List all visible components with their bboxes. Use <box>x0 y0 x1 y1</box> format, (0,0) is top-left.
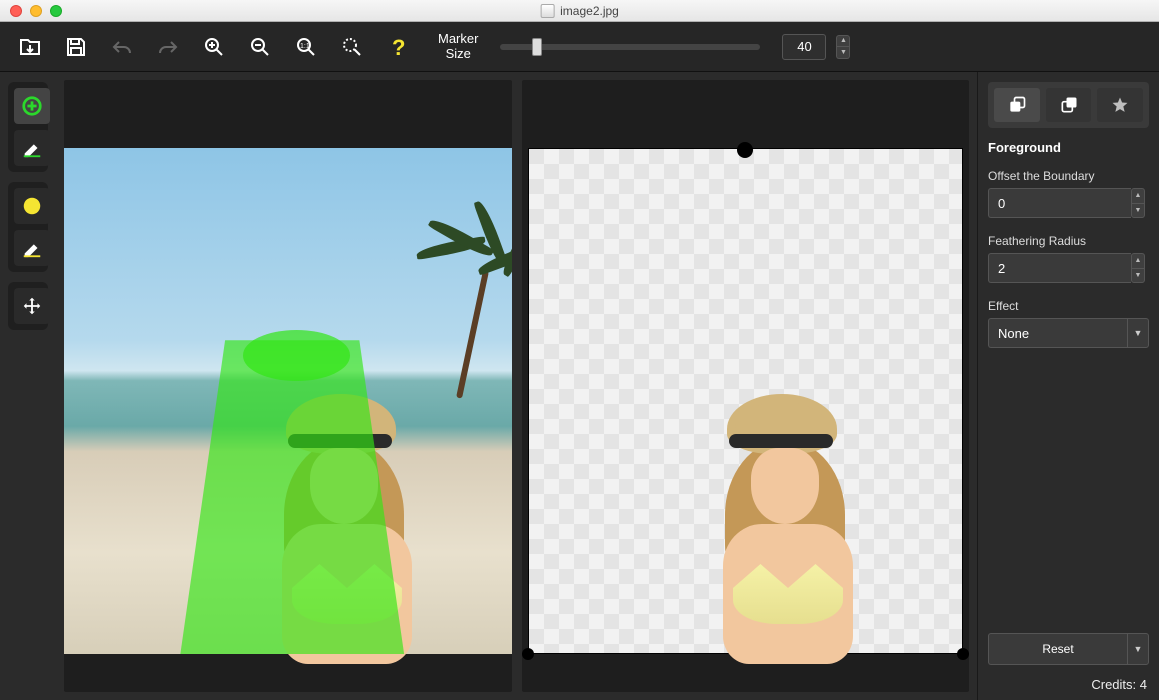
effect-select[interactable]: None ▼ <box>988 318 1149 348</box>
slider-thumb[interactable] <box>532 38 542 56</box>
zoom-in-icon <box>202 35 226 59</box>
section-title: Foreground <box>988 140 1149 155</box>
offset-up[interactable]: ▲ <box>1131 188 1145 204</box>
help-button[interactable]: ? <box>378 27 418 67</box>
feather-label: Feathering Radius <box>988 234 1149 248</box>
layers-front-icon <box>1007 95 1027 115</box>
tab-foreground[interactable] <box>994 88 1040 122</box>
reset-menu-caret[interactable]: ▼ <box>1127 633 1149 665</box>
workspace <box>56 72 977 700</box>
move-icon <box>21 295 43 317</box>
marker-size-up[interactable]: ▲ <box>836 35 850 47</box>
offset-down[interactable]: ▼ <box>1131 204 1145 219</box>
save-icon <box>64 35 88 59</box>
feather-down[interactable]: ▼ <box>1131 269 1145 284</box>
tab-favorites[interactable] <box>1097 88 1143 122</box>
document-icon <box>540 4 554 18</box>
undo-button[interactable] <box>102 27 142 67</box>
add-marker-icon <box>21 95 43 117</box>
result-pane[interactable] <box>522 80 970 692</box>
marker-size-slider[interactable] <box>500 44 760 50</box>
crop-handle-bottom-right[interactable] <box>957 648 969 660</box>
feather-up[interactable]: ▲ <box>1131 253 1145 269</box>
redo-icon <box>156 35 180 59</box>
save-button[interactable] <box>56 27 96 67</box>
open-button[interactable] <box>10 27 50 67</box>
offset-value[interactable]: 0 <box>988 188 1131 218</box>
redo-button[interactable] <box>148 27 188 67</box>
erase-keep-icon <box>21 237 43 259</box>
open-folder-icon <box>18 35 42 59</box>
marker-size-value[interactable]: 40 <box>782 34 826 60</box>
offset-label: Offset the Boundary <box>988 169 1149 183</box>
zoom-out-button[interactable] <box>240 27 280 67</box>
zoom-actual-button[interactable]: 1:1 <box>286 27 326 67</box>
keep-marker-icon <box>21 195 43 217</box>
layers-back-icon <box>1059 95 1079 115</box>
star-icon <box>1110 95 1130 115</box>
marker-size-label: Marker Size <box>438 32 478 62</box>
help-icon: ? <box>386 35 410 59</box>
marker-size-down[interactable]: ▼ <box>836 47 850 59</box>
top-toolbar: 1:1 ? Marker Size 40 ▲ ▼ <box>0 22 1159 72</box>
chevron-down-icon[interactable]: ▼ <box>1127 318 1149 348</box>
person-cutout <box>693 394 873 654</box>
svg-text:?: ? <box>392 35 405 59</box>
zoom-fit-icon <box>340 35 364 59</box>
undo-icon <box>110 35 134 59</box>
svg-text:1:1: 1:1 <box>300 43 310 50</box>
right-panel: Foreground Offset the Boundary 0 ▲ ▼ Fea… <box>977 72 1159 700</box>
close-window-button[interactable] <box>10 5 22 17</box>
zoom-window-button[interactable] <box>50 5 62 17</box>
original-pane[interactable] <box>64 80 512 692</box>
background-mark-tool[interactable] <box>14 188 50 224</box>
minimize-window-button[interactable] <box>30 5 42 17</box>
crop-handle-bottom-left[interactable] <box>522 648 534 660</box>
original-image <box>64 148 512 654</box>
effect-label: Effect <box>988 299 1149 313</box>
foreground-mark-tool[interactable] <box>14 88 50 124</box>
zoom-actual-icon: 1:1 <box>294 35 318 59</box>
credits-label: Credits: 4 <box>988 673 1149 696</box>
window-titlebar: image2.jpg <box>0 0 1159 22</box>
zoom-out-icon <box>248 35 272 59</box>
erase-marker-icon <box>21 137 43 159</box>
zoom-in-button[interactable] <box>194 27 234 67</box>
background-erase-tool[interactable] <box>14 230 50 266</box>
tab-background[interactable] <box>1046 88 1092 122</box>
foreground-mask-overlay-hat <box>243 330 350 381</box>
left-tool-column <box>0 72 56 700</box>
feather-value[interactable]: 2 <box>988 253 1131 283</box>
effect-value: None <box>988 318 1127 348</box>
move-tool[interactable] <box>14 288 50 324</box>
foreground-erase-tool[interactable] <box>14 130 50 166</box>
crop-handle-top[interactable] <box>737 142 753 158</box>
zoom-fit-button[interactable] <box>332 27 372 67</box>
reset-button[interactable]: Reset <box>988 633 1127 665</box>
window-title: image2.jpg <box>560 4 619 18</box>
